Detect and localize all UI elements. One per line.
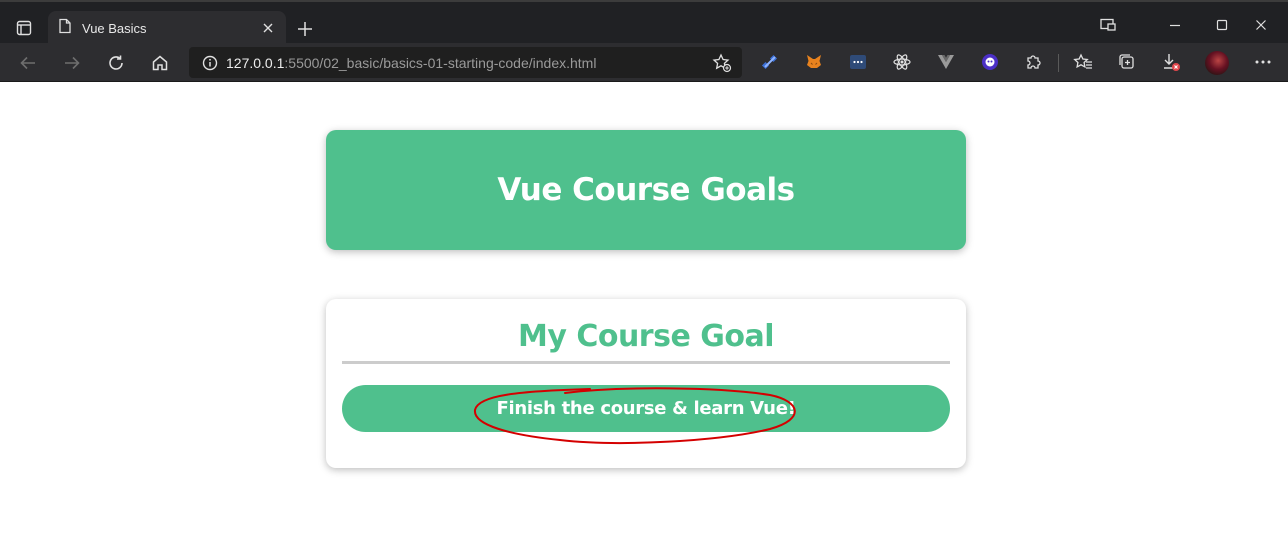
add-favorite-icon[interactable] — [712, 53, 732, 73]
close-tab-icon[interactable] — [254, 14, 282, 42]
back-icon[interactable] — [13, 48, 43, 78]
goal-card: My Course Goal Finish the course & learn… — [326, 299, 966, 468]
favorites-icon[interactable] — [1072, 51, 1094, 73]
minimize-icon[interactable] — [1152, 10, 1198, 40]
collections-icon[interactable] — [1116, 51, 1138, 73]
goal-text: Finish the course & learn Vue! — [496, 398, 796, 419]
satellite-extension-icon[interactable] — [759, 51, 781, 73]
tab-actions-icon[interactable] — [12, 16, 36, 40]
react-devtools-icon[interactable] — [891, 51, 913, 73]
vue-devtools-icon[interactable] — [935, 51, 957, 73]
header-card: Vue Course Goals — [326, 130, 966, 250]
url-host: 127.0.0.1 — [226, 54, 285, 71]
extensions-puzzle-icon[interactable] — [1023, 51, 1045, 73]
page-icon — [58, 18, 72, 38]
goal-item: Finish the course & learn Vue! — [342, 385, 950, 432]
new-tab-icon[interactable] — [292, 16, 318, 42]
page-title: Vue Course Goals — [497, 172, 795, 208]
downloads-icon[interactable] — [1160, 51, 1182, 73]
tab-vue-basics[interactable]: Vue Basics — [48, 11, 286, 45]
goal-heading: My Course Goal — [517, 319, 775, 354]
browser-toolbar: 127.0.0.1:5500/02_basic/basics-01-starti… — [0, 43, 1288, 82]
url-path: :5500/02_basic/basics-01-starting-code/i… — [284, 54, 597, 71]
browser-titlebar: Vue Basics — [0, 0, 1288, 45]
address-bar[interactable]: 127.0.0.1:5500/02_basic/basics-01-starti… — [189, 47, 742, 78]
home-icon[interactable] — [145, 48, 175, 78]
dots-extension-icon[interactable] — [847, 51, 869, 73]
metamask-extension-icon[interactable] — [803, 51, 825, 73]
goal-divider — [342, 361, 950, 364]
close-window-icon[interactable] — [1238, 10, 1284, 40]
forward-icon[interactable] — [57, 48, 87, 78]
more-menu-icon[interactable] — [1252, 51, 1274, 73]
refresh-icon[interactable] — [101, 48, 131, 78]
window-feature-icon[interactable] — [1085, 10, 1131, 40]
tab-title: Vue Basics — [82, 20, 147, 36]
page-viewport: Vue Course Goals My Course Goal Finish t… — [0, 82, 1288, 560]
chat-extension-icon[interactable] — [979, 51, 1001, 73]
site-info-icon[interactable] — [202, 55, 218, 71]
profile-avatar[interactable] — [1205, 51, 1229, 75]
toolbar-separator — [1058, 54, 1059, 72]
url-text: 127.0.0.1:5500/02_basic/basics-01-starti… — [226, 55, 596, 71]
